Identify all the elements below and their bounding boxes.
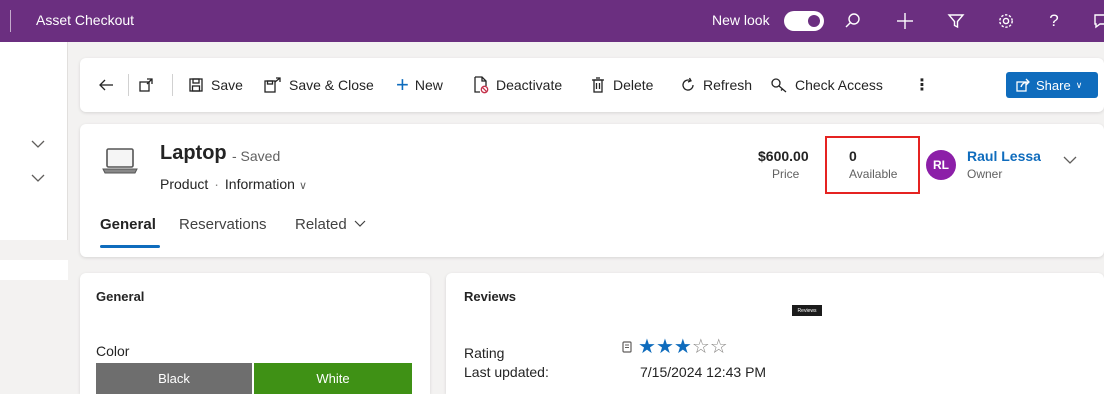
command-separator xyxy=(172,74,173,96)
check-access-label: Check Access xyxy=(795,77,883,93)
available-value: 0 xyxy=(849,148,857,164)
laptop-icon xyxy=(102,148,138,174)
save-close-icon xyxy=(264,77,281,93)
active-tab-indicator xyxy=(100,245,160,248)
rating-star[interactable]: ★ xyxy=(638,336,656,358)
save-icon xyxy=(189,78,203,92)
available-highlight-box xyxy=(825,136,920,194)
rating-star[interactable]: ★ xyxy=(674,336,692,358)
command-bar: Save Save & Close + New Deactivate Delet… xyxy=(80,58,1104,112)
record-header: Laptop - Saved Product · Information ∨ $600… xyxy=(80,124,1104,257)
open-in-new-window-icon xyxy=(139,78,153,92)
rating-star[interactable]: ★ xyxy=(656,336,674,358)
nav-gap xyxy=(0,280,68,394)
rating-label: Rating xyxy=(464,345,505,361)
rating-control[interactable]: ★★★☆☆ xyxy=(622,337,728,357)
rating-stars[interactable]: ★★★☆☆ xyxy=(638,337,728,357)
top-bar: Asset Checkout New look ? xyxy=(0,0,1104,42)
save-status: - Saved xyxy=(232,148,281,164)
new-label: New xyxy=(414,77,443,93)
entity-form-selector[interactable]: Product · Information ∨ xyxy=(160,176,307,192)
nav-divider xyxy=(67,42,68,240)
price-value: $600.00 xyxy=(758,148,809,164)
refresh-label: Refresh xyxy=(703,77,753,93)
back-button[interactable] xyxy=(98,74,121,96)
form-name: Information xyxy=(224,176,295,192)
app-launcher-divider xyxy=(10,10,11,32)
share-icon xyxy=(1016,78,1030,92)
tab-related[interactable]: Related xyxy=(295,216,366,233)
copilot-icon[interactable] xyxy=(1086,6,1104,36)
save-label: Save xyxy=(211,77,243,93)
color-option-white[interactable]: White xyxy=(254,363,412,394)
available-label: Available xyxy=(849,167,898,181)
owner-label: Owner xyxy=(967,167,1003,181)
reviews-tooltip: Reviews xyxy=(792,305,822,316)
general-section-title: General xyxy=(96,289,145,304)
nav-gap xyxy=(0,240,68,260)
entity-name: Product xyxy=(160,176,209,192)
reviews-section-title: Reviews xyxy=(464,289,517,304)
last-updated-label: Last updated: xyxy=(464,364,549,380)
left-nav xyxy=(0,42,68,394)
lock-icon xyxy=(622,341,632,353)
chevron-down-icon: ∨ xyxy=(1075,79,1083,90)
help-icon[interactable]: ? xyxy=(1039,6,1069,36)
plus-icon[interactable] xyxy=(890,6,920,36)
new-look-toggle[interactable] xyxy=(784,11,824,31)
search-icon[interactable] xyxy=(838,6,868,36)
price-label: Price xyxy=(772,167,800,181)
delete-label: Delete xyxy=(613,77,654,93)
chevron-down-icon xyxy=(1063,156,1077,164)
tab-related-label: Related xyxy=(295,216,347,233)
deactivate-icon xyxy=(474,76,489,94)
color-label: Color xyxy=(96,343,130,359)
chevron-down-icon: ∨ xyxy=(298,180,308,192)
save-button[interactable]: Save xyxy=(188,74,243,96)
tab-reservations[interactable]: Reservations xyxy=(179,216,267,233)
settings-icon[interactable] xyxy=(991,6,1021,36)
expand-header-button[interactable] xyxy=(1062,152,1078,171)
check-access-icon xyxy=(771,78,787,93)
general-section: General Color Black White xyxy=(80,273,430,394)
chevron-down-icon xyxy=(354,220,366,227)
share-button[interactable]: Share ∨ xyxy=(1006,72,1098,98)
color-option-black[interactable]: Black xyxy=(96,363,252,394)
save-close-label: Save & Close xyxy=(289,77,374,93)
last-updated-value: 7/15/2024 12:43 PM xyxy=(640,364,767,380)
chevron-down-icon[interactable] xyxy=(30,136,46,152)
owner-name-link[interactable]: Raul Lessa xyxy=(967,148,1041,164)
more-commands-button[interactable]: ⋮ xyxy=(914,74,930,96)
new-look-label: New look xyxy=(712,12,770,28)
delete-button[interactable]: Delete xyxy=(590,74,653,96)
save-close-button[interactable]: Save & Close xyxy=(264,74,374,96)
chevron-down-icon[interactable] xyxy=(30,170,46,186)
back-arrow-icon xyxy=(99,79,113,91)
new-button[interactable]: + New xyxy=(396,74,443,96)
reviews-section: Reviews Reviews Rating ★★★☆☆ Last update… xyxy=(446,273,1104,394)
record-title: Laptop xyxy=(160,142,227,164)
share-label: Share xyxy=(1036,77,1071,93)
deactivate-button[interactable]: Deactivate xyxy=(473,74,562,96)
refresh-button[interactable]: Refresh xyxy=(680,74,752,96)
rating-star[interactable]: ☆ xyxy=(710,336,728,358)
rating-star[interactable]: ☆ xyxy=(692,336,710,358)
deactivate-label: Deactivate xyxy=(496,77,563,93)
command-separator xyxy=(128,74,129,96)
check-access-button[interactable]: Check Access xyxy=(770,74,883,96)
refresh-icon xyxy=(682,77,694,91)
filter-icon[interactable] xyxy=(941,6,971,36)
app-title[interactable]: Asset Checkout xyxy=(36,12,134,28)
toggle-knob xyxy=(808,15,820,27)
open-new-window-button[interactable] xyxy=(138,74,161,96)
tab-general[interactable]: General xyxy=(100,216,156,233)
owner-avatar[interactable]: RL xyxy=(926,150,956,180)
plus-icon: + xyxy=(396,72,409,97)
trash-icon xyxy=(592,77,604,93)
